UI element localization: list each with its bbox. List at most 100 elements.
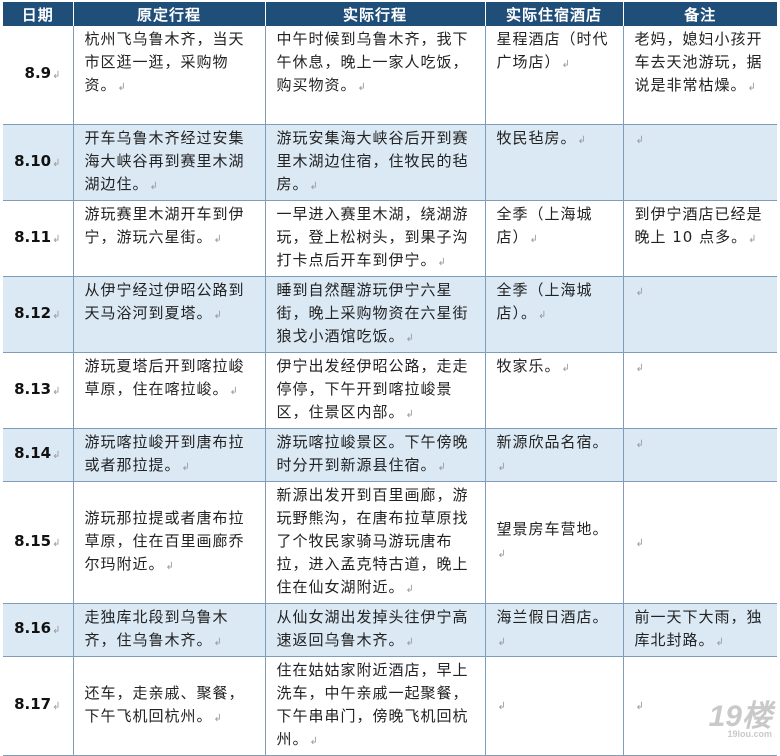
date-cell: 8.13↲ bbox=[3, 352, 73, 428]
itinerary-table: 日期 原定行程 实际行程 实际住宿酒店 备注 8.9↲ 杭州飞乌鲁木齐，当天市区… bbox=[3, 2, 777, 756]
paragraph-mark-icon: ↲ bbox=[578, 135, 587, 146]
header-planned-itinerary: 原定行程 bbox=[73, 2, 265, 26]
header-notes: 备注 bbox=[623, 2, 777, 26]
plan-cell: 游玩赛里木湖开车到伊宁，游玩六星街。↲ bbox=[73, 200, 265, 276]
actual-cell: 游玩喀拉峻景区。下午傍晚时分开到新源县住宿。↲ bbox=[265, 428, 485, 481]
paragraph-mark-icon: ↲ bbox=[166, 561, 175, 572]
paragraph-mark-icon: ↲ bbox=[530, 234, 539, 245]
header-date: 日期 bbox=[3, 2, 73, 26]
date-cell: 8.9↲ bbox=[3, 26, 73, 124]
paragraph-mark-icon: ↲ bbox=[52, 310, 60, 321]
note-cell: 到伊宁酒店已经是晚上 10 点多。↲ bbox=[623, 200, 777, 276]
table-row: 8.17↲ 还车，走亲戚、聚餐，下午飞机回杭州。↲ 住在姑姑家附近酒店，早上洗车… bbox=[3, 656, 777, 755]
paragraph-mark-icon: ↲ bbox=[498, 549, 507, 560]
paragraph-mark-icon: ↲ bbox=[538, 310, 547, 321]
note-cell: ↲ bbox=[623, 276, 777, 352]
paragraph-mark-icon: ↲ bbox=[716, 637, 725, 648]
paragraph-mark-icon: ↲ bbox=[214, 234, 223, 245]
plan-cell: 游玩喀拉峻开到唐布拉或者那拉提。↲ bbox=[73, 428, 265, 481]
paragraph-mark-icon: ↲ bbox=[358, 82, 367, 93]
paragraph-mark-icon: ↲ bbox=[52, 450, 60, 461]
paragraph-mark-icon: ↲ bbox=[214, 713, 223, 724]
paragraph-mark-icon: ↲ bbox=[406, 584, 415, 595]
table-row: 8.15↲ 游玩那拉提或者唐布拉草原，住在百里画廊乔尔玛附近。↲ 新源出发开到百… bbox=[3, 481, 777, 603]
hotel-cell: ↲ bbox=[485, 656, 623, 755]
actual-cell: 伊宁出发经伊昭公路，走走停停，下午开到喀拉峻景区，住景区内部。↲ bbox=[265, 352, 485, 428]
site-watermark-logo: 19楼 19lou.com bbox=[709, 702, 772, 739]
paragraph-mark-icon: ↲ bbox=[52, 538, 60, 549]
actual-cell: 游玩安集海大峡谷后开到赛里木湖边住宿，住牧民的毡房。↲ bbox=[265, 124, 485, 200]
date-cell: 8.10↲ bbox=[3, 124, 73, 200]
paragraph-mark-icon: ↲ bbox=[214, 637, 223, 648]
hotel-cell: 新源欣品名宿。↲ bbox=[485, 428, 623, 481]
table-row: 8.12↲ 从伊宁经过伊昭公路到天马浴河到夏塔。↲ 睡到自然醒游玩伊宁六星街，晚… bbox=[3, 276, 777, 352]
paragraph-mark-icon: ↲ bbox=[636, 538, 645, 549]
plan-cell: 还车，走亲戚、聚餐，下午飞机回杭州。↲ bbox=[73, 656, 265, 755]
table-row: 8.11↲ 游玩赛里木湖开车到伊宁，游玩六星街。↲ 一早进入赛里木湖，绕湖游玩，… bbox=[3, 200, 777, 276]
paragraph-mark-icon: ↲ bbox=[636, 287, 645, 298]
table-row: 8.13↲ 游玩夏塔后开到喀拉峻草原，住在喀拉峻。↲ 伊宁出发经伊昭公路，走走停… bbox=[3, 352, 777, 428]
paragraph-mark-icon: ↲ bbox=[636, 363, 645, 374]
hotel-cell: 牧家乐。↲ bbox=[485, 352, 623, 428]
paragraph-mark-icon: ↲ bbox=[406, 637, 415, 648]
paragraph-mark-icon: ↲ bbox=[562, 363, 571, 374]
paragraph-mark-icon: ↲ bbox=[182, 462, 191, 473]
paragraph-mark-icon: ↲ bbox=[406, 409, 415, 420]
paragraph-mark-icon: ↲ bbox=[748, 234, 757, 245]
plan-cell: 开车乌鲁木齐经过安集海大峡谷再到赛里木湖湖边住。↲ bbox=[73, 124, 265, 200]
date-cell: 8.12↲ bbox=[3, 276, 73, 352]
paragraph-mark-icon: ↲ bbox=[52, 386, 60, 397]
plan-cell: 游玩那拉提或者唐布拉草原，住在百里画廊乔尔玛附近。↲ bbox=[73, 481, 265, 603]
paragraph-mark-icon: ↲ bbox=[636, 439, 645, 450]
paragraph-mark-icon: ↲ bbox=[52, 234, 60, 245]
paragraph-mark-icon: ↲ bbox=[406, 333, 415, 344]
header-actual-itinerary: 实际行程 bbox=[265, 2, 485, 26]
paragraph-mark-icon: ↲ bbox=[230, 386, 239, 397]
paragraph-mark-icon: ↲ bbox=[636, 701, 645, 712]
hotel-cell: 全季（上海城店）。↲ bbox=[485, 276, 623, 352]
paragraph-mark-icon: ↲ bbox=[310, 181, 319, 192]
paragraph-mark-icon: ↲ bbox=[438, 257, 447, 268]
plan-cell: 杭州飞乌鲁木齐，当天市区逛一逛，采购物资。↲ bbox=[73, 26, 265, 124]
paragraph-mark-icon: ↲ bbox=[52, 158, 60, 169]
paragraph-mark-icon: ↲ bbox=[562, 59, 571, 70]
actual-cell: 新源出发开到百里画廊，游玩野熊沟，在唐布拉草原找了个牧民家骑马游玩唐布拉，进入孟… bbox=[265, 481, 485, 603]
hotel-cell: 全季（上海城店）↲ bbox=[485, 200, 623, 276]
table-header-row: 日期 原定行程 实际行程 实际住宿酒店 备注 bbox=[3, 2, 777, 26]
date-cell: 8.11↲ bbox=[3, 200, 73, 276]
paragraph-mark-icon: ↲ bbox=[498, 637, 507, 648]
actual-cell: 从仙女湖出发掉头往伊宁高速返回乌鲁木齐。↲ bbox=[265, 603, 485, 656]
plan-cell: 走独库北段到乌鲁木齐，住乌鲁木齐。↲ bbox=[73, 603, 265, 656]
plan-cell: 从伊宁经过伊昭公路到天马浴河到夏塔。↲ bbox=[73, 276, 265, 352]
note-cell: ↲ bbox=[623, 481, 777, 603]
note-cell: 前一天下大雨，独库北封路。↲ bbox=[623, 603, 777, 656]
hotel-cell: 星程酒店（时代广场店）↲ bbox=[485, 26, 623, 124]
paragraph-mark-icon: ↲ bbox=[498, 701, 507, 712]
plan-cell: 游玩夏塔后开到喀拉峻草原，住在喀拉峻。↲ bbox=[73, 352, 265, 428]
note-cell: ↲ bbox=[623, 428, 777, 481]
actual-cell: 一早进入赛里木湖，绕湖游玩，登上松树头，到果子沟打卡点后开车到伊宁。↲ bbox=[265, 200, 485, 276]
date-cell: 8.15↲ bbox=[3, 481, 73, 603]
paragraph-mark-icon: ↲ bbox=[52, 70, 60, 81]
table-row: 8.16↲ 走独库北段到乌鲁木齐，住乌鲁木齐。↲ 从仙女湖出发掉头往伊宁高速返回… bbox=[3, 603, 777, 656]
paragraph-mark-icon: ↲ bbox=[498, 462, 507, 473]
hotel-cell: 望景房车营地。↲ bbox=[485, 481, 623, 603]
hotel-cell: 牧民毡房。↲ bbox=[485, 124, 623, 200]
table-row: 8.10↲ 开车乌鲁木齐经过安集海大峡谷再到赛里木湖湖边住。↲ 游玩安集海大峡谷… bbox=[3, 124, 777, 200]
actual-cell: 中午时候到乌鲁木齐，我下午休息，晚上一家人吃饭，购买物资。↲ bbox=[265, 26, 485, 124]
date-cell: 8.14↲ bbox=[3, 428, 73, 481]
actual-cell: 睡到自然醒游玩伊宁六星街，晚上采购物资在六星街狼戈小酒馆吃饭。↲ bbox=[265, 276, 485, 352]
paragraph-mark-icon: ↲ bbox=[52, 701, 60, 712]
paragraph-mark-icon: ↲ bbox=[636, 135, 645, 146]
note-cell: 老妈，媳妇小孩开车去天池游玩，据说是非常枯燥。↲ bbox=[623, 26, 777, 124]
paragraph-mark-icon: ↲ bbox=[438, 462, 447, 473]
header-actual-hotel: 实际住宿酒店 bbox=[485, 2, 623, 26]
paragraph-mark-icon: ↲ bbox=[118, 82, 127, 93]
actual-cell: 住在姑姑家附近酒店，早上洗车，中午亲戚一起聚餐，下午串串门，傍晚飞机回杭州。↲ bbox=[265, 656, 485, 755]
hotel-cell: 海兰假日酒店。↲ bbox=[485, 603, 623, 656]
paragraph-mark-icon: ↲ bbox=[52, 625, 60, 636]
paragraph-mark-icon: ↲ bbox=[150, 181, 159, 192]
date-cell: 8.16↲ bbox=[3, 603, 73, 656]
paragraph-mark-icon: ↲ bbox=[748, 82, 757, 93]
date-cell: 8.17↲ bbox=[3, 656, 73, 755]
